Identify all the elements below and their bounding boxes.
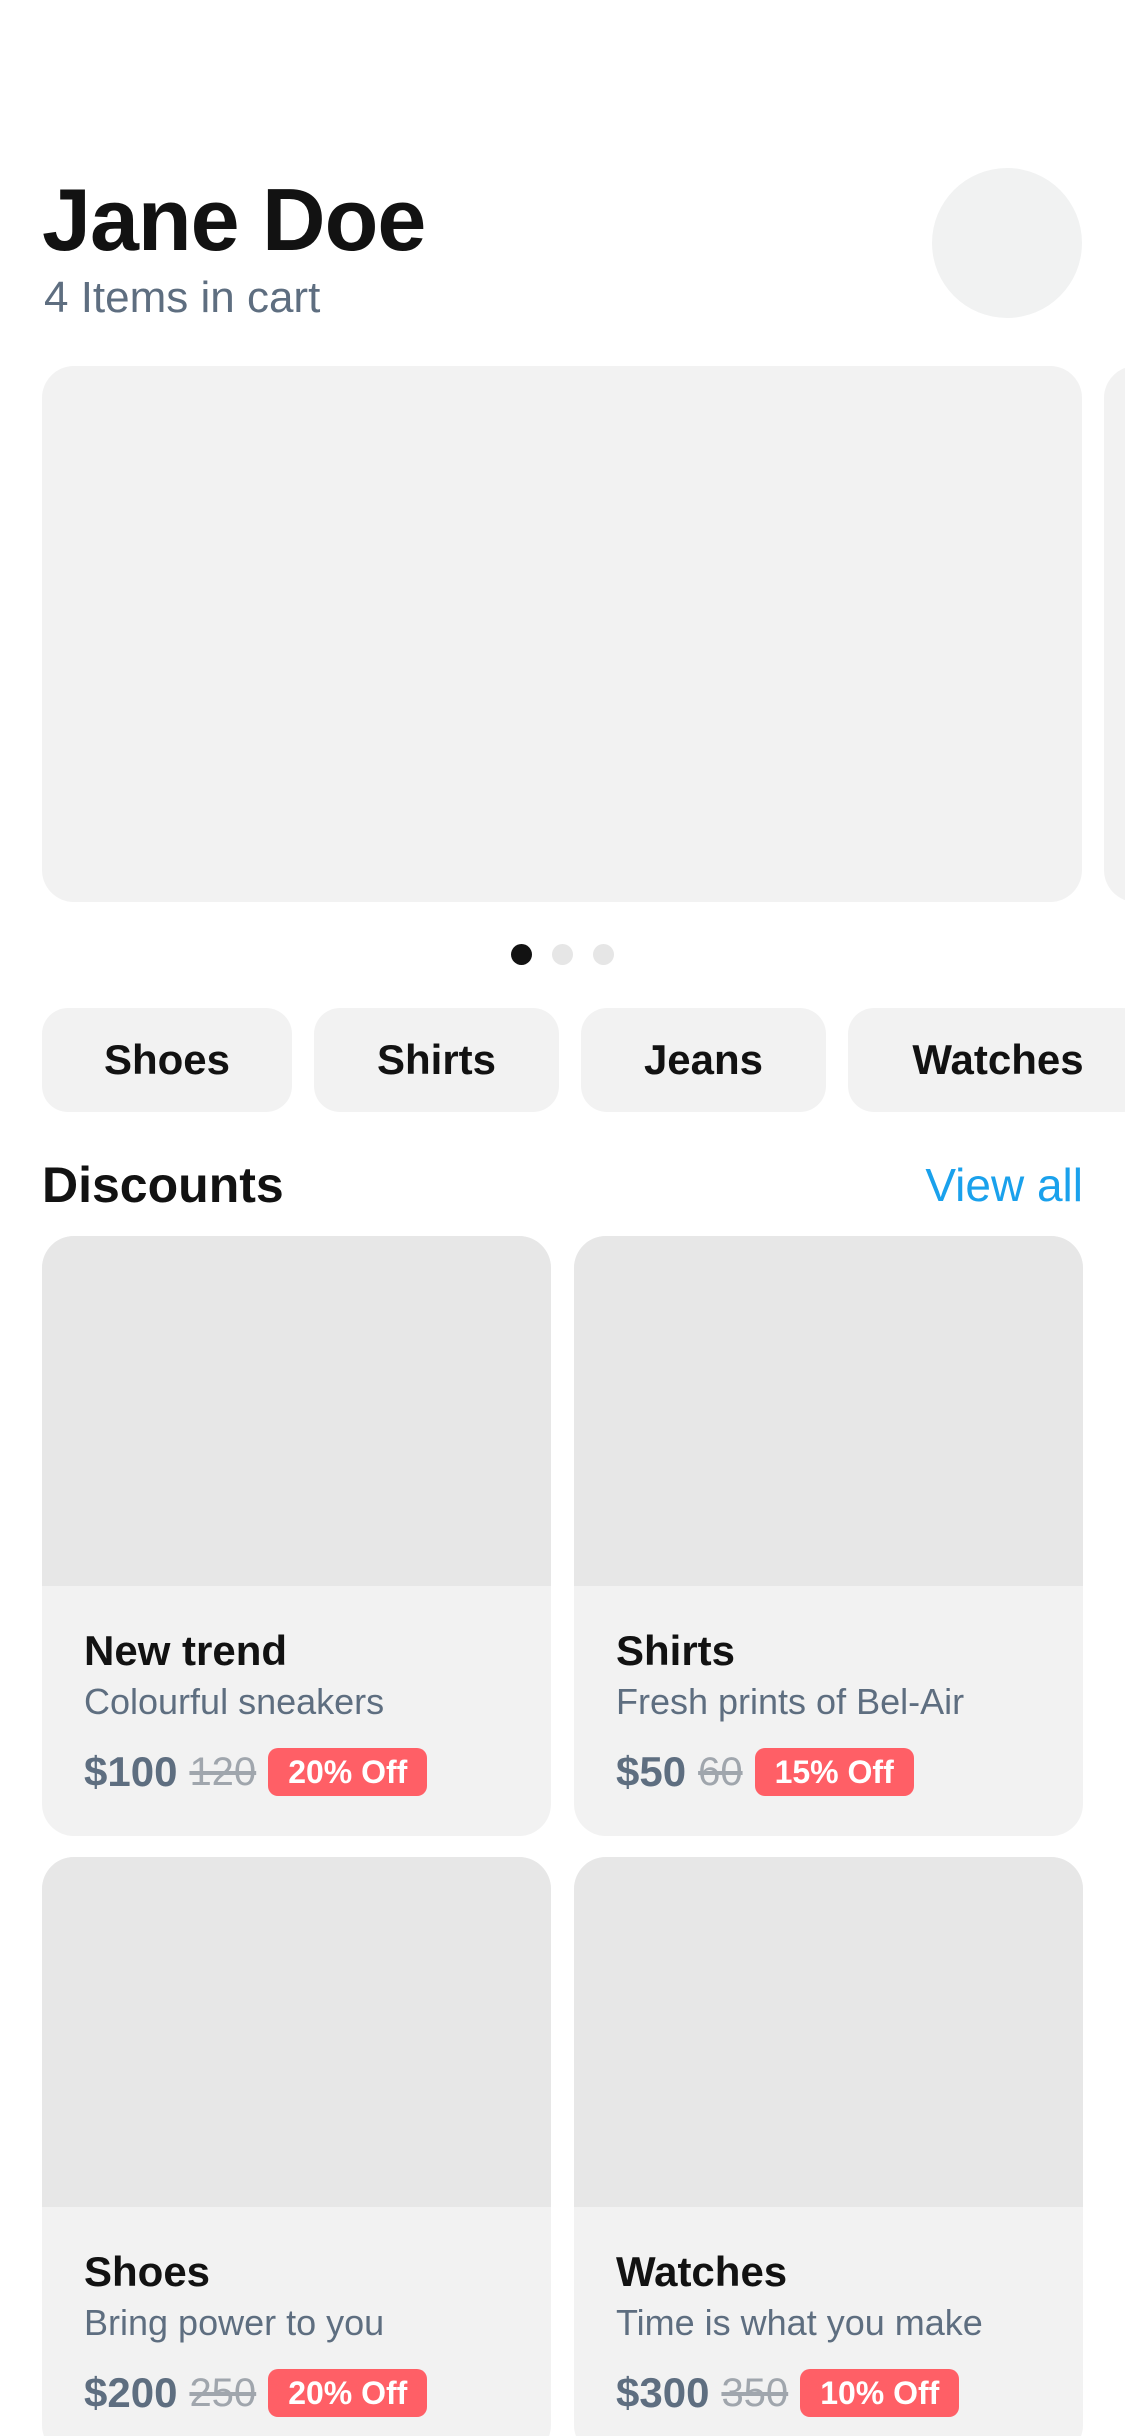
product-price: $100 [84, 1748, 178, 1795]
header: Jane Doe 4 Items in cart [42, 160, 1082, 330]
price-row: $50 60 15% Off [616, 1744, 914, 1800]
price-row: $300 350 10% Off [616, 2365, 960, 2421]
product-old-price: 120 [189, 1749, 257, 1794]
section-title: Discounts [42, 1157, 284, 1213]
product-price: $50 [616, 1748, 687, 1795]
pager-dot[interactable] [593, 944, 614, 965]
product-old-price: 60 [698, 1749, 743, 1794]
product-title: New trend [84, 1627, 288, 1674]
category-chip-jeans[interactable]: Jeans [581, 1008, 826, 1112]
product-card[interactable]: Shirts Fresh prints of Bel-Air $50 60 15… [574, 1236, 1083, 1836]
pager-dot[interactable] [552, 944, 573, 965]
category-chip-watches[interactable]: Watches [848, 1008, 1125, 1112]
product-title: Watches [616, 2248, 788, 2295]
product-price: $200 [84, 2369, 178, 2416]
product-old-price: 250 [189, 2370, 257, 2415]
product-title: Shoes [84, 2248, 211, 2295]
home-screen: Jane Doe 4 Items in cart Shoes Shirts Je… [0, 0, 1125, 2436]
view-all-link[interactable]: View all [925, 1150, 1083, 1220]
category-chip-shirts[interactable]: Shirts [314, 1008, 559, 1112]
product-card[interactable]: New trend Colourful sneakers $100 120 20… [42, 1236, 551, 1836]
discount-badge: 20% Off [268, 2369, 428, 2417]
product-title: Shirts [616, 1627, 736, 1674]
product-card[interactable]: Shoes Bring power to you $200 250 20% Of… [42, 1857, 551, 2436]
product-subtitle: Time is what you make [616, 2302, 983, 2343]
cart-count[interactable]: 4 Items in cart [44, 270, 320, 326]
product-image [42, 1857, 551, 2207]
price-row: $100 120 20% Off [84, 1744, 428, 1800]
user-name: Jane Doe [42, 170, 426, 269]
product-image [574, 1236, 1083, 1586]
category-chip-shoes[interactable]: Shoes [42, 1008, 292, 1112]
discount-badge: 10% Off [800, 2369, 960, 2417]
product-card[interactable]: Watches Time is what you make $300 350 1… [574, 1857, 1083, 2436]
product-subtitle: Fresh prints of Bel-Air [616, 1681, 965, 1722]
category-chips: Shoes Shirts Jeans Watches [42, 1008, 1125, 1112]
product-image [42, 1236, 551, 1586]
discount-badge: 20% Off [268, 1748, 428, 1796]
product-subtitle: Colourful sneakers [84, 1681, 385, 1722]
banner-carousel[interactable] [42, 366, 1125, 902]
product-price: $300 [616, 2369, 710, 2416]
price-row: $200 250 20% Off [84, 2365, 428, 2421]
discount-badge: 15% Off [754, 1748, 914, 1796]
carousel-pager [0, 944, 1125, 968]
product-image [574, 1857, 1083, 2207]
pager-dot-active[interactable] [511, 944, 532, 965]
banner-slide[interactable] [42, 366, 1082, 902]
product-old-price: 350 [721, 2370, 789, 2415]
product-subtitle: Bring power to you [84, 2302, 385, 2343]
banner-slide[interactable] [1104, 366, 1125, 902]
avatar[interactable] [932, 168, 1082, 318]
